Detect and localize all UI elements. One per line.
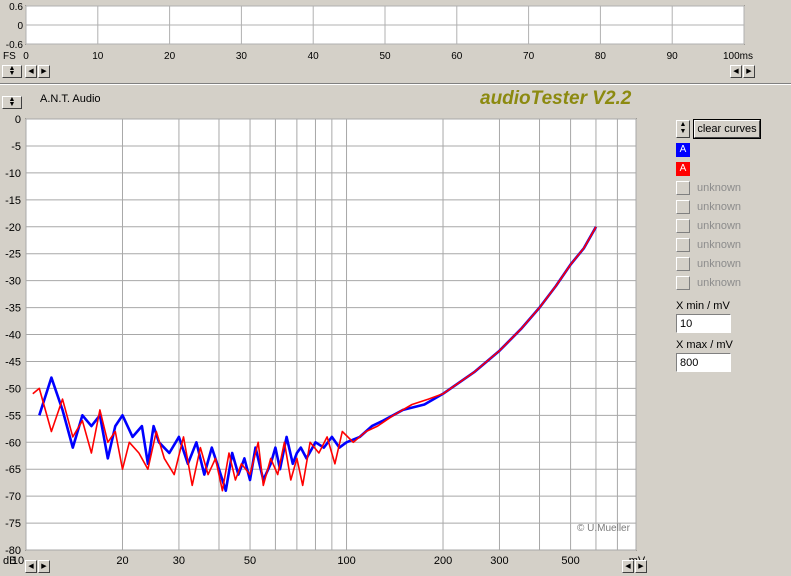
channel-checkbox[interactable] bbox=[676, 200, 690, 214]
top-gain-spinner[interactable]: ▲ ▼ bbox=[2, 65, 22, 78]
channel-label: unknown bbox=[697, 182, 742, 194]
y-tick-label: -60 bbox=[5, 437, 21, 449]
channel-label: unknown bbox=[697, 239, 742, 251]
scope-y-tick-label: 0 bbox=[17, 21, 23, 32]
scope-x-tick-label: 70 bbox=[523, 51, 535, 62]
bottom-scroll-left-button-right[interactable]: ◀ bbox=[622, 560, 634, 573]
y-tick-label: -20 bbox=[5, 222, 21, 234]
bottom-scroll-left-button[interactable]: ◀ bbox=[25, 560, 37, 573]
scope-x-tick-label: 20 bbox=[164, 51, 176, 62]
scope-x-tick-label: 60 bbox=[451, 51, 463, 62]
y-tick-label: -50 bbox=[5, 383, 21, 395]
channel-color-swatch[interactable]: A bbox=[676, 143, 690, 157]
xmin-label: X min / mV bbox=[676, 300, 730, 312]
channel-checkbox[interactable] bbox=[676, 238, 690, 252]
x-tick-label: 500 bbox=[561, 555, 579, 567]
copyright-label: © U.Mueller bbox=[577, 523, 630, 534]
y-tick-label: -15 bbox=[5, 195, 21, 207]
panel-divider bbox=[0, 83, 791, 85]
app-title: audioTester V2.2 bbox=[480, 88, 632, 109]
scope-x-tick-label: 50 bbox=[379, 51, 391, 62]
scope-x-tick-label: 80 bbox=[595, 51, 607, 62]
y-tick-label: -5 bbox=[11, 141, 21, 153]
scope-x-tick-label: 0 bbox=[23, 51, 29, 62]
main-gain-spinner[interactable]: ▲ ▼ bbox=[2, 96, 22, 109]
bottom-scroll-right-button[interactable]: ▶ bbox=[38, 560, 50, 573]
scope-x-tick-label: 90 bbox=[667, 51, 679, 62]
xmax-label: X max / mV bbox=[676, 339, 733, 351]
channel-checkbox[interactable] bbox=[676, 257, 690, 271]
x-tick-label: 200 bbox=[434, 555, 452, 567]
xmax-input[interactable] bbox=[676, 353, 731, 372]
y-tick-label: -70 bbox=[5, 491, 21, 503]
scope-x-tick-label: 40 bbox=[308, 51, 320, 62]
brand-label: A.N.T. Audio bbox=[40, 93, 101, 105]
x-tick-label: 30 bbox=[173, 555, 185, 567]
top-scroll-right-button[interactable]: ▶ bbox=[38, 65, 50, 78]
y-tick-label: -45 bbox=[5, 356, 21, 368]
channel-label: unknown bbox=[697, 201, 742, 213]
scope-y-tick-label: -0.6 bbox=[6, 40, 24, 51]
curve-select-spinner[interactable]: ▲ ▼ bbox=[676, 120, 690, 138]
y-tick-label: -10 bbox=[5, 168, 21, 180]
channel-label: unknown bbox=[697, 220, 742, 232]
top-scroll-right-button-right[interactable]: ▶ bbox=[743, 65, 755, 78]
scope-x-prefix: FS bbox=[3, 51, 16, 62]
y-tick-label: -75 bbox=[5, 518, 21, 530]
y-tick-label: -35 bbox=[5, 303, 21, 315]
scope-x-tick-label: 30 bbox=[236, 51, 248, 62]
x-tick-label: 50 bbox=[244, 555, 256, 567]
y-tick-label: -40 bbox=[5, 330, 21, 342]
scope-x-tick-label: 10 bbox=[92, 51, 104, 62]
channel-label: unknown bbox=[697, 258, 742, 270]
y-tick-label: 0 bbox=[15, 114, 21, 126]
y-tick-label: -30 bbox=[5, 276, 21, 288]
scope-x-tick-label: 100ms bbox=[723, 51, 753, 62]
channel-color-swatch[interactable]: A bbox=[676, 162, 690, 176]
x-tick-label: 300 bbox=[490, 555, 508, 567]
top-scroll-left-button[interactable]: ◀ bbox=[25, 65, 37, 78]
y-tick-label: -65 bbox=[5, 464, 21, 476]
xmin-input[interactable] bbox=[676, 314, 731, 333]
time-domain-scope: 0 10 20 30 40 50 60 70 80 90 100ms0.60-0.6FS bbox=[3, 2, 753, 62]
top-scroll-left-button-right[interactable]: ◀ bbox=[730, 65, 742, 78]
scope-y-tick-label: 0.6 bbox=[9, 2, 23, 13]
channel-checkbox[interactable] bbox=[676, 219, 690, 233]
y-tick-label: -25 bbox=[5, 249, 21, 261]
y-tick-label: -55 bbox=[5, 410, 21, 422]
bottom-scroll-right-button-right[interactable]: ▶ bbox=[635, 560, 647, 573]
x-tick-label: 20 bbox=[116, 555, 128, 567]
channel-checkbox[interactable] bbox=[676, 276, 690, 290]
channel-label: unknown bbox=[697, 277, 742, 289]
x-tick-label: 100 bbox=[337, 555, 355, 567]
distortion-chart: 0 -5 -10 -15 -20 -25 -30 -35 -40 -45 -50 -55 -60 -65 -… bbox=[3, 114, 646, 567]
channel-checkbox[interactable] bbox=[676, 181, 690, 195]
clear-curves-button[interactable]: clear curves bbox=[694, 120, 760, 138]
y-axis-unit-label: dB bbox=[3, 555, 16, 567]
